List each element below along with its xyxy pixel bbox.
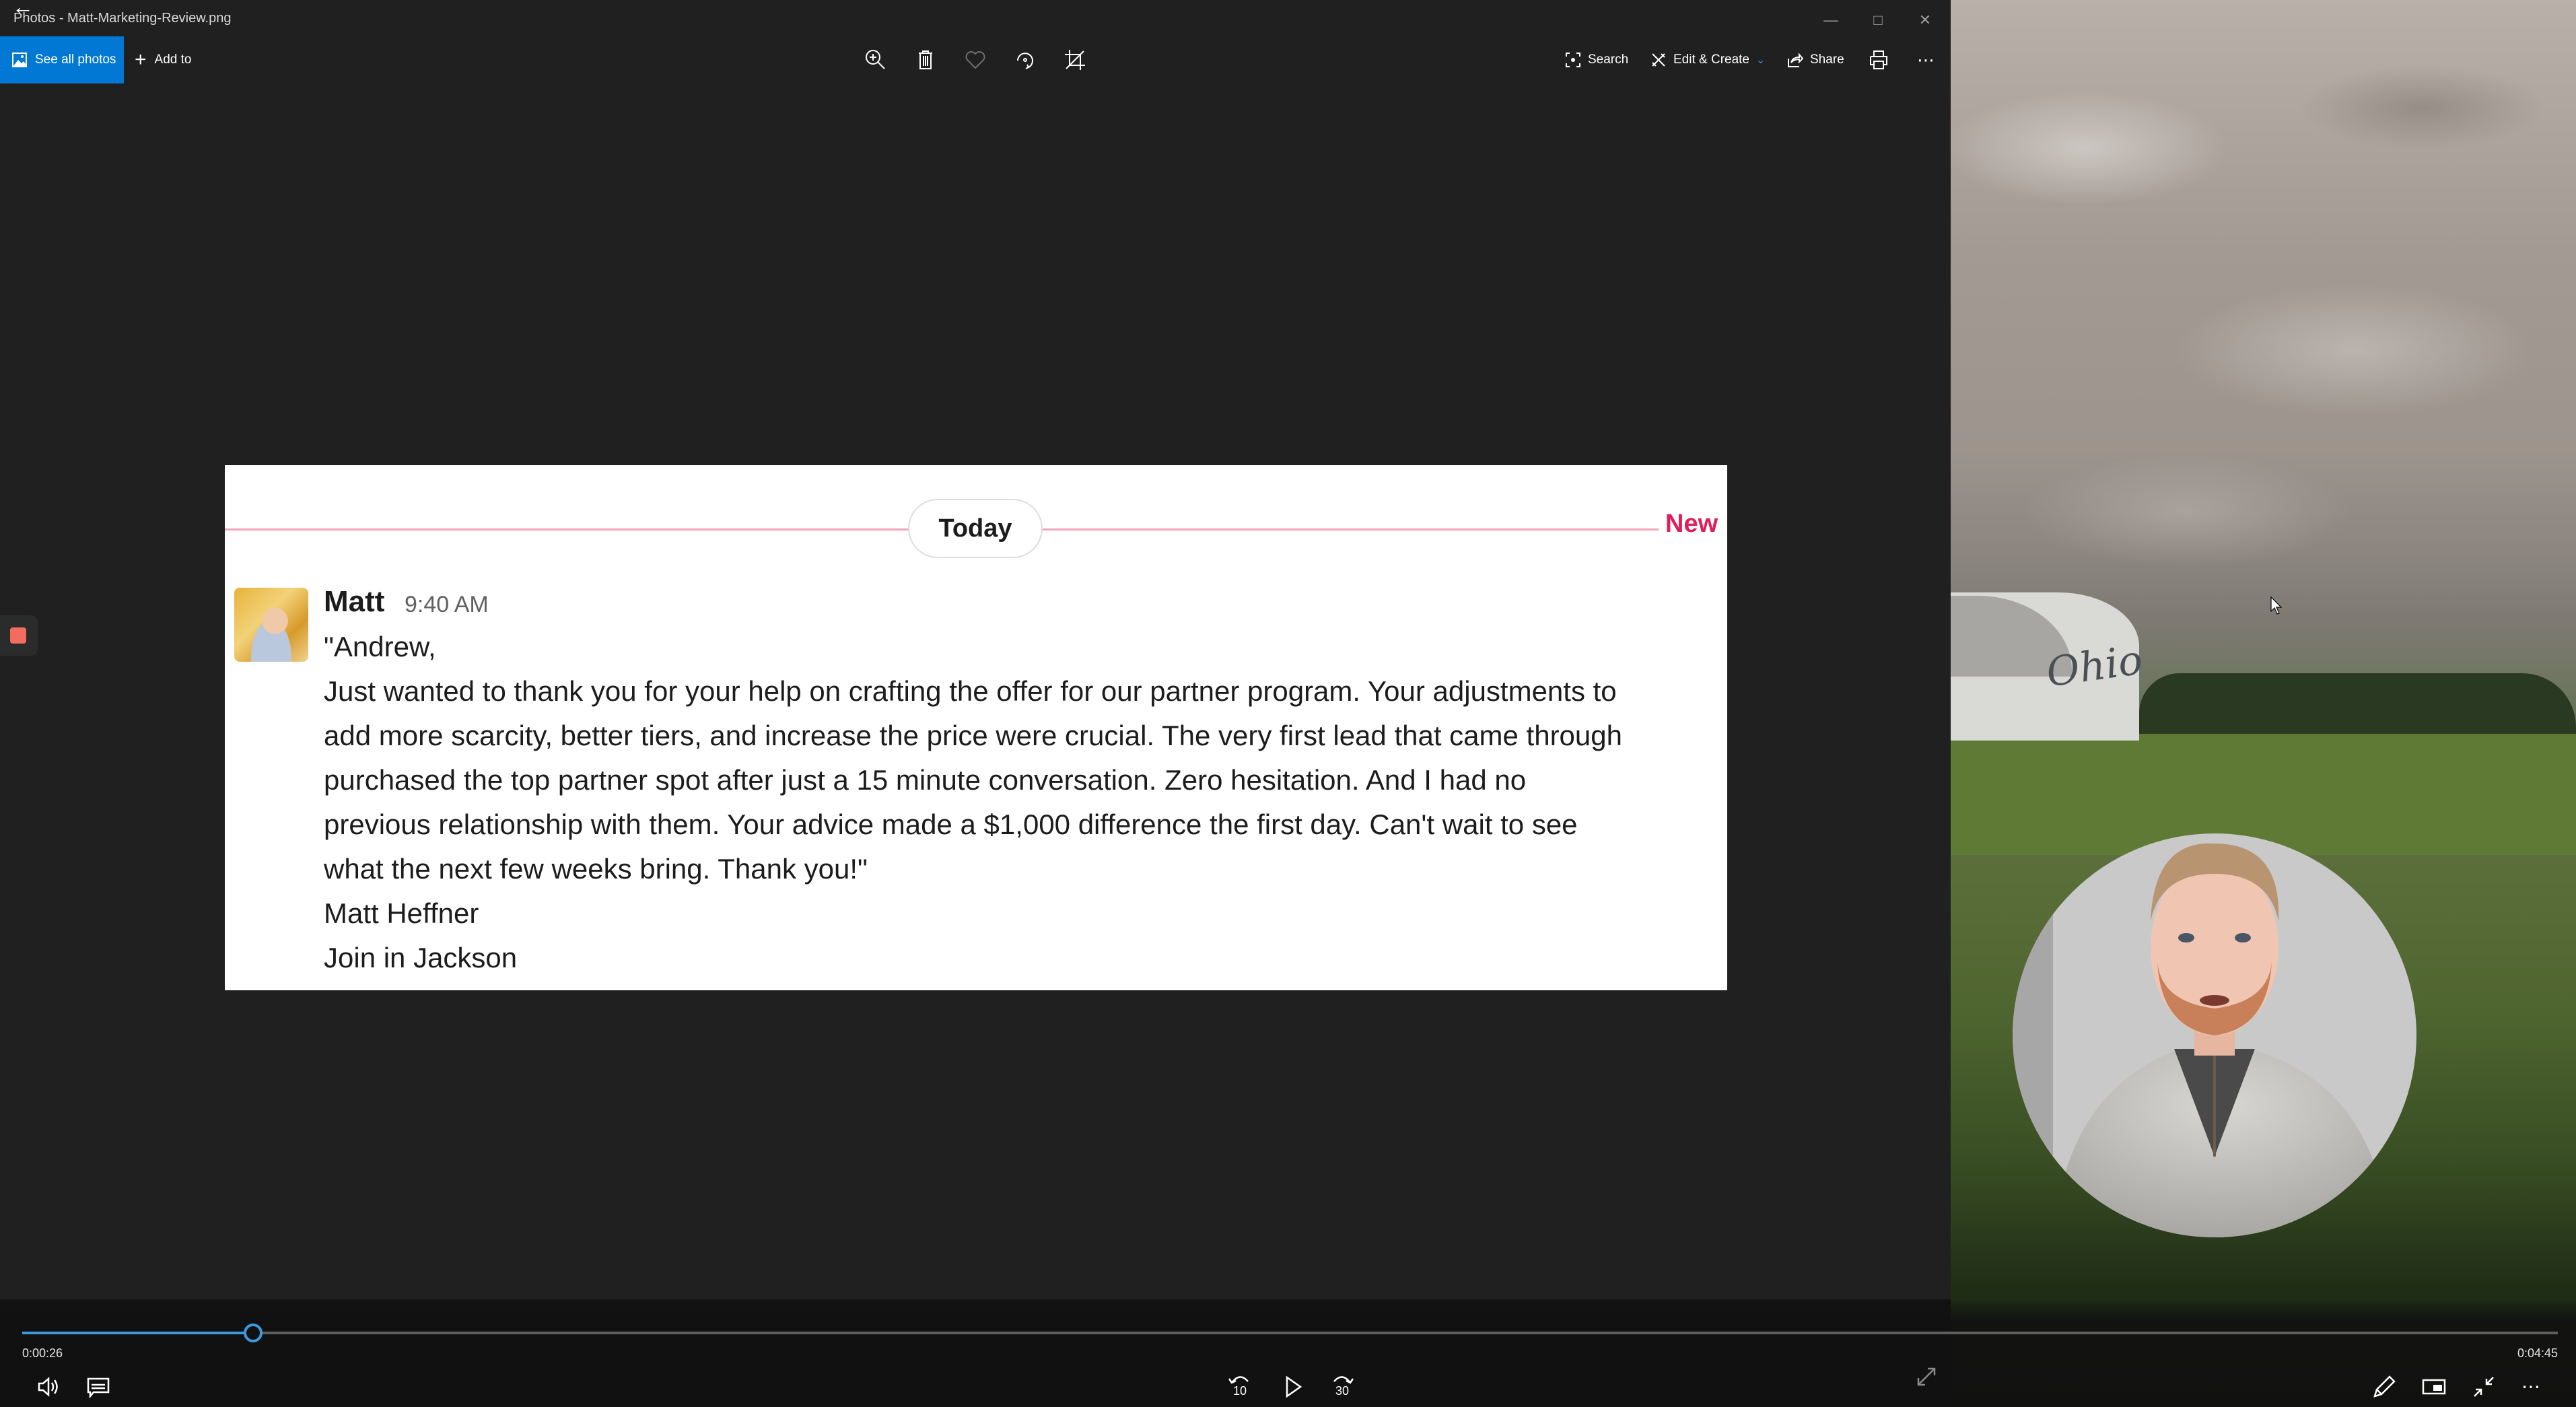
print-icon[interactable] — [1867, 48, 1890, 71]
forward-30-button[interactable]: 30 — [1329, 1373, 1356, 1400]
maximize-button[interactable]: □ — [1858, 7, 1898, 34]
rotate-icon[interactable] — [1014, 48, 1037, 71]
message-line: what the next few weeks bring. Thank you… — [324, 853, 868, 885]
title-bar: ← Photos - Matt-Marketing-Review.png — □… — [0, 0, 1951, 36]
photo-gallery-icon — [12, 53, 27, 67]
seek-bar[interactable] — [22, 1332, 2558, 1334]
message-line: add more scarcity, better tiers, and inc… — [324, 720, 1622, 751]
draw-icon[interactable] — [2371, 1373, 2398, 1400]
player-more-button[interactable]: ⋯ — [2521, 1373, 2548, 1400]
search-button[interactable]: Search — [1565, 36, 1628, 83]
stop-recording-button[interactable] — [10, 627, 26, 644]
total-time: 0:04:45 — [2517, 1346, 2558, 1360]
forward-seconds: 30 — [1335, 1384, 1350, 1398]
message-line: "Andrew, — [324, 631, 436, 662]
see-all-photos-button[interactable]: See all photos — [0, 36, 124, 83]
more-options-button[interactable]: ⋯ — [1917, 36, 1935, 83]
photos-window: ← Photos - Matt-Marketing-Review.png — □… — [0, 0, 1951, 1407]
subtitles-icon[interactable] — [85, 1373, 112, 1400]
favorite-icon[interactable] — [964, 48, 987, 71]
expand-icon[interactable] — [1913, 1363, 1940, 1390]
tree-line — [2139, 673, 2576, 741]
message-timestamp: 9:40 AM — [405, 592, 489, 617]
message-image: Today New Matt 9:40 AM "Andrew, Just wan… — [225, 465, 1727, 990]
seek-thumb[interactable] — [243, 1324, 263, 1342]
toolbar: See all photos + Add to Search Edit & Cr… — [0, 36, 1951, 83]
plus-icon: + — [135, 48, 147, 71]
see-all-photos-label: See all photos — [35, 53, 116, 67]
close-button[interactable]: ✕ — [1905, 7, 1945, 34]
message-signature-name: Matt Heffner — [324, 897, 479, 929]
sky-clouds — [1951, 0, 2576, 673]
delete-icon[interactable] — [914, 48, 937, 71]
new-label: New — [1665, 510, 1718, 538]
more-icon: ⋯ — [1917, 49, 1935, 70]
add-to-label: Add to — [154, 53, 192, 67]
share-button[interactable]: Share — [1787, 36, 1844, 83]
message-line: previous relationship with them. Your ad… — [324, 809, 1578, 840]
rewind-seconds: 10 — [1233, 1384, 1247, 1398]
message-line: Just wanted to thank you for your help o… — [324, 675, 1617, 707]
chevron-down-icon: ⌄ — [1756, 55, 1766, 66]
edit-create-button[interactable]: Edit & Create ⌄ — [1650, 36, 1765, 83]
seek-bar-progress — [22, 1332, 253, 1334]
date-divider-pill: Today — [908, 499, 1043, 558]
sender-name: Matt — [324, 585, 385, 618]
avatar — [234, 588, 308, 662]
message-body: "Andrew, Just wanted to thank you for yo… — [324, 625, 1710, 980]
search-label: Search — [1588, 53, 1629, 67]
current-time: 0:00:26 — [22, 1346, 63, 1360]
message-signature-org: Join in Jackson — [324, 942, 518, 973]
rewind-10-button[interactable]: 10 — [1226, 1373, 1253, 1400]
more-icon: ⋯ — [2521, 1376, 2540, 1397]
message-line: purchased the top partner spot after jus… — [324, 764, 1527, 796]
window-title: Photos - Matt-Marketing-Review.png — [13, 11, 232, 26]
mouse-cursor-icon — [2270, 596, 2283, 615]
add-to-button[interactable]: + Add to — [135, 36, 191, 83]
edit-create-label: Edit & Create — [1673, 53, 1749, 67]
edit-create-icon — [1652, 53, 1665, 67]
minimize-button[interactable]: — — [1811, 7, 1851, 34]
share-label: Share — [1810, 53, 1844, 67]
share-icon — [1788, 53, 1803, 67]
visual-search-icon — [1566, 53, 1580, 67]
volume-icon[interactable] — [35, 1373, 62, 1400]
picture-in-picture-icon[interactable] — [2421, 1373, 2447, 1400]
crop-icon[interactable] — [1064, 48, 1086, 71]
presenter-webcam — [2013, 833, 2416, 1237]
play-icon[interactable] — [1279, 1373, 1306, 1400]
zoom-in-icon[interactable] — [864, 48, 887, 71]
screen: Ohio ← Photos - Matt-Marketing-Review.pn… — [0, 0, 2576, 1407]
exit-fullscreen-icon[interactable] — [2470, 1373, 2497, 1400]
